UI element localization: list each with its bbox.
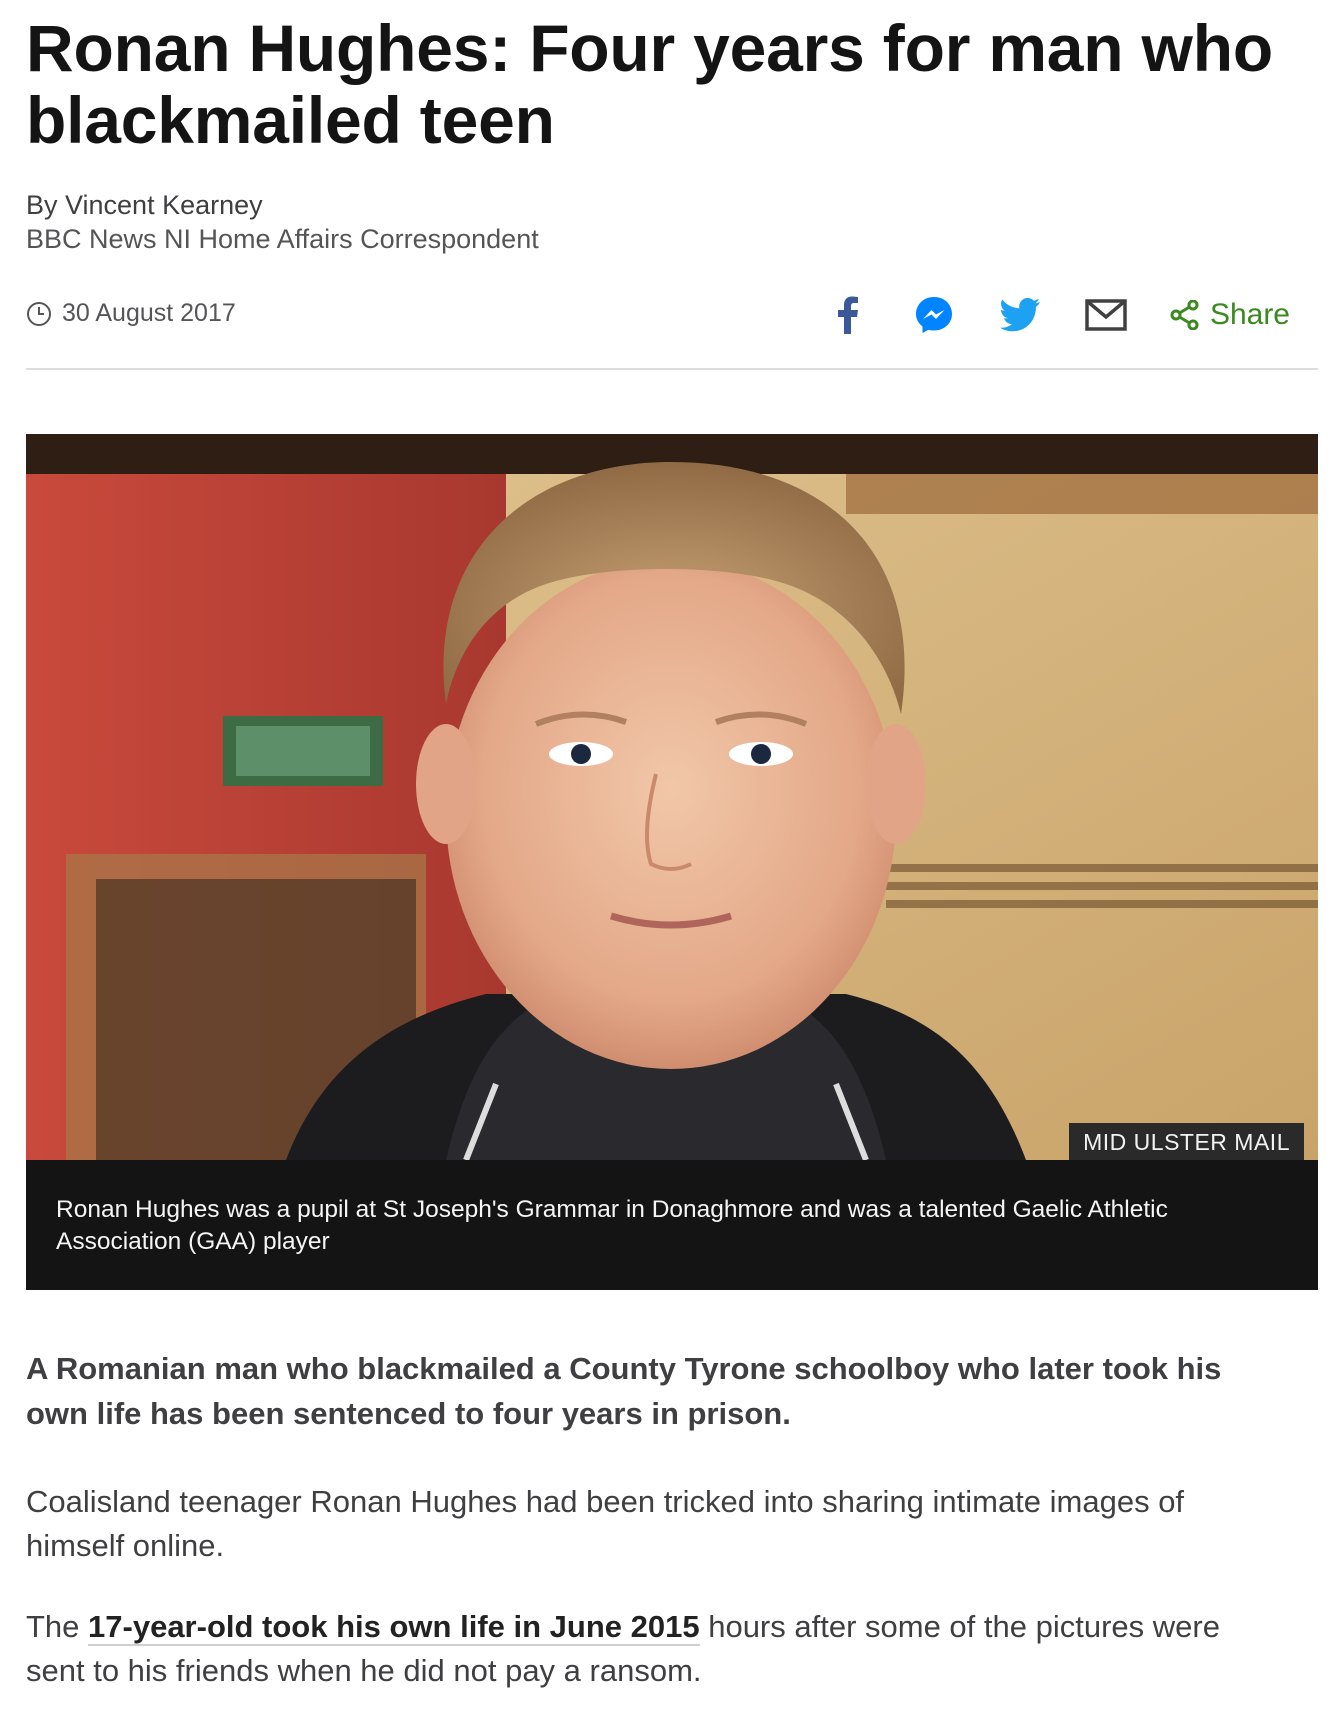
timestamp: 30 August 2017 — [26, 299, 236, 328]
intro-paragraph: A Romanian man who blackmailed a County … — [26, 1351, 1222, 1431]
clock-icon — [27, 301, 51, 326]
share-label: Share — [1209, 298, 1290, 331]
share-button[interactable]: Share — [1170, 298, 1290, 332]
byline-author: By Vincent Kearney — [26, 190, 263, 220]
share-icon — [1170, 300, 1199, 330]
byline: By Vincent Kearney BBC News NI Home Affa… — [26, 188, 539, 256]
lead-figure: MID ULSTER MAIL Ronan Hughes was a pupil… — [26, 434, 1318, 1290]
headline: Ronan Hughes: Four years for man who bla… — [26, 11, 1273, 157]
facebook-icon[interactable] — [826, 295, 870, 335]
photo-caption: Ronan Hughes was a pupil at St Joseph's … — [26, 1160, 1318, 1290]
meta-row: 30 August 2017 Share — [26, 295, 1318, 339]
date-text: 30 August 2017 — [62, 299, 236, 327]
byline-role: BBC News NI Home Affairs Correspondent — [26, 224, 539, 254]
para2-text-before: The — [26, 1609, 89, 1644]
body-paragraph: Coalisland teenager Ronan Hughes had bee… — [26, 1484, 1185, 1563]
body-paragraph-with-link: The 17-year-old took his own life in Jun… — [26, 1605, 1266, 1693]
twitter-icon[interactable] — [998, 295, 1042, 335]
inline-article-link[interactable]: 17-year-old took his own life in June 20… — [88, 1609, 700, 1646]
email-icon[interactable] — [1084, 295, 1128, 335]
divider — [26, 368, 1318, 370]
lead-photo: MID ULSTER MAIL — [26, 434, 1318, 1160]
share-toolbar: Share — [784, 295, 1290, 335]
messenger-icon[interactable] — [912, 295, 956, 335]
photo-credit: MID ULSTER MAIL — [1069, 1123, 1304, 1160]
